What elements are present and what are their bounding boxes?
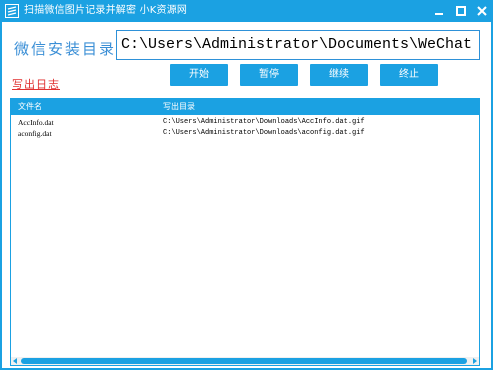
- horizontal-scrollbar[interactable]: [11, 357, 479, 365]
- scroll-right-icon[interactable]: [473, 358, 477, 364]
- cell-filename: aconfig.dat: [18, 129, 52, 138]
- app-icon: [5, 4, 19, 18]
- list-header: 文件名 写出目录: [11, 99, 479, 115]
- table-row[interactable]: aconfig.dat C:\Users\Administrator\Downl…: [11, 128, 479, 139]
- maximize-icon[interactable]: [452, 3, 470, 19]
- column-header-filename[interactable]: 文件名: [18, 99, 42, 115]
- start-button[interactable]: 开始: [170, 64, 228, 86]
- table-row[interactable]: AccInfo.dat C:\Users\Administrator\Downl…: [11, 117, 479, 128]
- cell-filename: AccInfo.dat: [18, 118, 54, 127]
- continue-button[interactable]: 继续: [310, 64, 368, 86]
- cell-output-path: C:\Users\Administrator\Downloads\AccInfo…: [163, 118, 365, 126]
- directory-label: 微信安装目录: [14, 40, 117, 58]
- title-bar[interactable]: 扫描微信图片记录并解密 小K资源网: [0, 0, 493, 22]
- main-panel: 微信安装目录 C:\Users\Administrator\Documents\…: [2, 22, 491, 368]
- column-header-output-dir[interactable]: 写出目录: [163, 99, 195, 115]
- stop-button[interactable]: 终止: [380, 64, 438, 86]
- app-window: 扫描微信图片记录并解密 小K资源网 微信安装目录 C:\Users\Admini…: [0, 0, 493, 370]
- scroll-left-icon[interactable]: [13, 358, 17, 364]
- directory-path-input[interactable]: C:\Users\Administrator\Documents\WeChat …: [116, 30, 480, 60]
- cell-output-path: C:\Users\Administrator\Downloads\aconfig…: [163, 129, 365, 137]
- file-list[interactable]: 文件名 写出目录 AccInfo.dat C:\Users\Administra…: [10, 98, 480, 366]
- scrollbar-thumb[interactable]: [21, 358, 467, 364]
- write-log-link[interactable]: 写出日志: [12, 76, 60, 92]
- window-title: 扫描微信图片记录并解密 小K资源网: [24, 5, 188, 16]
- close-icon[interactable]: [473, 3, 491, 19]
- minimize-icon[interactable]: [430, 3, 448, 19]
- pause-button[interactable]: 暂停: [240, 64, 298, 86]
